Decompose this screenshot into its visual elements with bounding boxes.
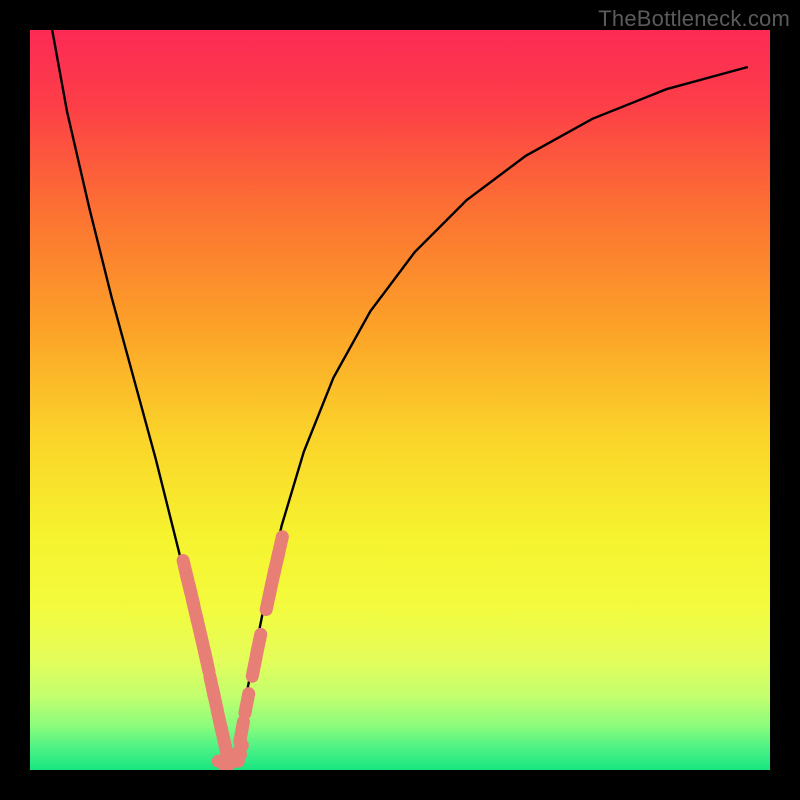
data-marker — [245, 694, 249, 714]
data-marker — [205, 652, 209, 672]
data-marker — [257, 634, 261, 654]
bottleneck-chart — [30, 30, 770, 770]
data-marker — [278, 537, 282, 557]
data-marker — [240, 722, 244, 742]
watermark-text: TheBottleneck.com — [598, 6, 790, 32]
gradient-background — [30, 30, 770, 770]
chart-frame — [30, 30, 770, 770]
